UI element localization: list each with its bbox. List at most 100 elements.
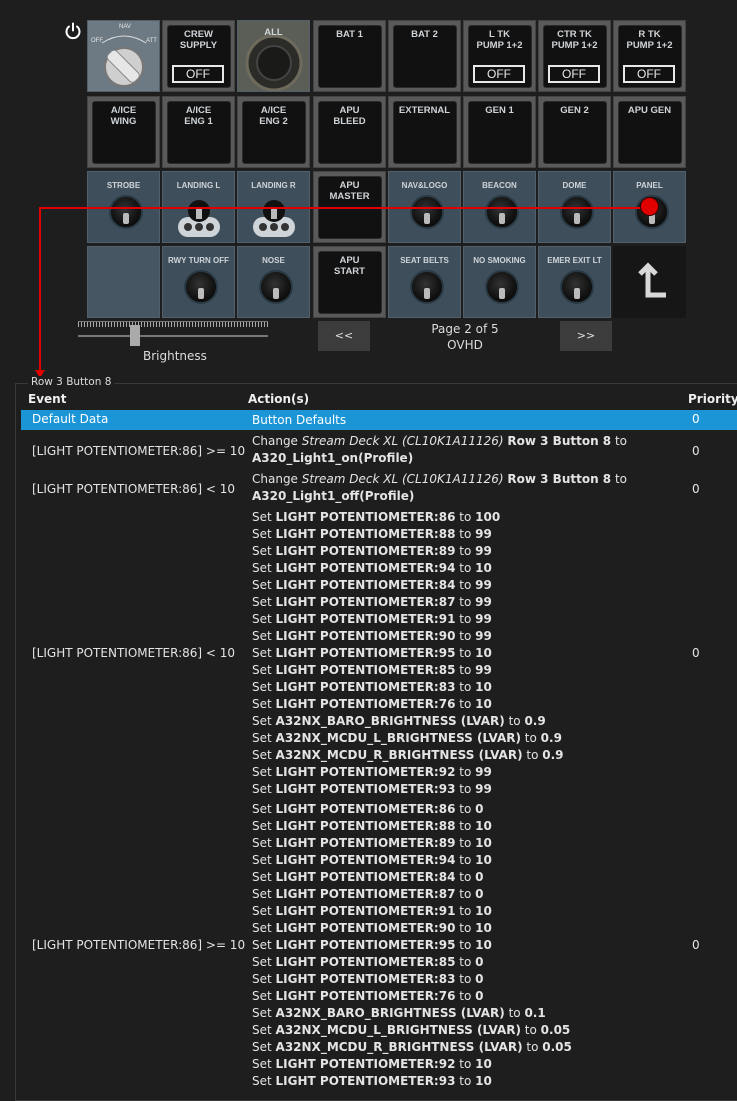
action-line: Change Stream Deck XL (CL10K1A11126) Row… xyxy=(252,472,628,486)
action-line: Set LIGHT POTENTIOMETER:84 to 0 xyxy=(252,870,484,884)
deck-key-aicewing[interactable]: A/ICE WING xyxy=(87,96,160,168)
table-row[interactable]: [LIGHT POTENTIOMETER:86] < 10 Set LIGHT P… xyxy=(21,509,737,798)
power-icon[interactable] xyxy=(64,22,82,40)
action-line: A320_Light1_on(Profile) xyxy=(252,451,414,465)
deck-key-label: STROBE xyxy=(106,181,141,190)
deck-key-apustart[interactable]: APU START xyxy=(313,246,386,318)
deck-key-label: APU BLEED xyxy=(333,105,366,127)
action-line: Set LIGHT POTENTIOMETER:88 to 99 xyxy=(252,527,492,541)
deck-key-gen2[interactable]: GEN 2 xyxy=(538,96,611,168)
action-line: Set LIGHT POTENTIOMETER:93 to 10 xyxy=(252,1074,492,1088)
action-line: Set A32NX_MCDU_L_BRIGHTNESS (LVAR) to 0.… xyxy=(252,731,562,745)
action-line: Set LIGHT POTENTIOMETER:76 to 10 xyxy=(252,697,492,711)
deck-key-external[interactable]: EXTERNAL xyxy=(388,96,461,168)
next-page-button[interactable]: >> xyxy=(560,321,612,351)
deck-key-rtk[interactable]: R TK PUMP 1+2 OFF xyxy=(613,20,686,92)
row-event: [LIGHT POTENTIOMETER:86] >= 10 xyxy=(32,937,246,952)
column-header-priority[interactable]: Priority xyxy=(688,392,737,406)
deck-key-label: LANDING R xyxy=(251,181,296,190)
deck-key-seatbelts[interactable]: SEAT BELTS xyxy=(388,246,461,318)
action-line: Set LIGHT POTENTIOMETER:94 to 10 xyxy=(252,853,492,867)
deck-key-label: A/ICE WING xyxy=(110,105,137,127)
action-line: Set LIGHT POTENTIOMETER:76 to 0 xyxy=(252,989,484,1003)
action-line: Set LIGHT POTENTIOMETER:87 to 99 xyxy=(252,595,492,609)
connector-line-horizontal xyxy=(39,207,651,209)
row-actions: Change Stream Deck XL (CL10K1A11126) Row… xyxy=(252,433,627,467)
brightness-label: Brightness xyxy=(143,349,207,363)
deck-key-crew[interactable]: CREW SUPPLY OFF xyxy=(162,20,235,92)
action-line: Set LIGHT POTENTIOMETER:94 to 10 xyxy=(252,561,492,575)
action-line: Set LIGHT POTENTIOMETER:89 to 99 xyxy=(252,544,492,558)
page-info: Page 2 of 5 OVHD xyxy=(400,321,530,353)
deck-key-bat1[interactable]: BAT 1 xyxy=(313,20,386,92)
action-line: Set LIGHT POTENTIOMETER:95 to 10 xyxy=(252,646,492,660)
action-line: Set LIGHT POTENTIOMETER:88 to 10 xyxy=(252,819,492,833)
deck-key-rwyturnoff[interactable]: RWY TURN OFF xyxy=(162,246,235,318)
deck-key-gen1[interactable]: GEN 1 xyxy=(463,96,536,168)
page-number: Page 2 of 5 xyxy=(431,322,499,336)
column-header-event[interactable]: Event xyxy=(28,392,66,406)
deck-key-label: RWY TURN OFF xyxy=(167,256,230,265)
deck-key-nav[interactable]: OFF NAV ATT xyxy=(87,20,160,92)
row-event: Default Data xyxy=(32,412,109,426)
row-event: [LIGHT POTENTIOMETER:86] < 10 xyxy=(32,482,236,496)
connector-line-vertical xyxy=(39,207,41,372)
deck-key-aiceeng1[interactable]: A/ICE ENG 1 xyxy=(162,96,235,168)
toggle-switch-icon xyxy=(259,270,293,304)
action-line: Set LIGHT POTENTIOMETER:87 to 0 xyxy=(252,887,484,901)
deck-key-label: SEAT BELTS xyxy=(400,256,449,265)
deck-key-label: EXTERNAL xyxy=(398,105,451,116)
toggle-switch-icon xyxy=(109,195,143,229)
deck-key-label: APU START xyxy=(334,255,365,277)
deck-key-label: ALL xyxy=(264,27,283,38)
deck-key-nosmoking[interactable]: NO SMOKING xyxy=(463,246,536,318)
deck-key-label: NO SMOKING xyxy=(473,256,526,265)
row-priority: 0 xyxy=(692,444,700,458)
table-row[interactable]: Default Data Button Defaults 0 xyxy=(21,410,737,430)
off-indicator: OFF xyxy=(548,65,600,83)
action-line: A320_Light1_off(Profile) xyxy=(252,489,415,503)
nav-selector-label-off: OFF xyxy=(91,38,103,44)
prev-page-button[interactable]: << xyxy=(318,321,370,351)
deck-key-aiceeng2[interactable]: A/ICE ENG 2 xyxy=(237,96,310,168)
table-row[interactable]: [LIGHT POTENTIOMETER:86] >= 10 Change Str… xyxy=(21,433,737,471)
action-line: Set LIGHT POTENTIOMETER:83 to 10 xyxy=(252,680,492,694)
deck-key-bat2[interactable]: BAT 2 xyxy=(388,20,461,92)
nav-selector-icon xyxy=(101,35,147,87)
action-line: Set LIGHT POTENTIOMETER:89 to 10 xyxy=(252,836,492,850)
row-priority: 0 xyxy=(692,937,700,952)
action-line: Set LIGHT POTENTIOMETER:93 to 99 xyxy=(252,782,492,796)
nav-selector-label-att: ATT xyxy=(146,38,157,44)
action-line: Set A32NX_MCDU_R_BRIGHTNESS (LVAR) to 0.… xyxy=(252,1040,572,1054)
table-row[interactable]: [LIGHT POTENTIOMETER:86] < 10 Change Stre… xyxy=(21,471,737,509)
deck-key-apugen[interactable]: APU GEN xyxy=(613,96,686,168)
row-actions: Change Stream Deck XL (CL10K1A11126) Row… xyxy=(252,471,627,505)
group-title: Row 3 Button 8 xyxy=(28,376,115,388)
deck-key-nose[interactable]: NOSE xyxy=(237,246,310,318)
deck-key-back[interactable] xyxy=(613,246,686,318)
deck-key-label: EMER EXIT LT xyxy=(547,256,602,265)
deck-key-emerexit[interactable]: EMER EXIT LT xyxy=(538,246,611,318)
brightness-ticks xyxy=(78,321,268,327)
toggle-switch-icon xyxy=(410,195,444,229)
deck-key-label: GEN 2 xyxy=(560,105,589,116)
deck-key-label: BAT 1 xyxy=(336,29,363,40)
column-header-actions[interactable]: Action(s) xyxy=(248,392,309,406)
action-line: Change Stream Deck XL (CL10K1A11126) Row… xyxy=(252,434,628,448)
deck-key-label: L TK PUMP 1+2 xyxy=(476,29,523,51)
brightness-slider-track[interactable] xyxy=(78,335,268,337)
action-line: Set LIGHT POTENTIOMETER:92 to 10 xyxy=(252,1057,492,1071)
deck-key-empty[interactable] xyxy=(87,246,160,318)
deck-key-ctrtk[interactable]: CTR TK PUMP 1+2 OFF xyxy=(538,20,611,92)
deck-key-apubleed[interactable]: APU BLEED xyxy=(313,96,386,168)
table-row[interactable]: [LIGHT POTENTIOMETER:86] >= 10 Set LIGHT … xyxy=(21,801,737,1090)
selected-button-marker xyxy=(640,197,659,216)
deck-key-label: PANEL xyxy=(636,181,663,190)
brightness-slider-thumb[interactable] xyxy=(130,325,140,346)
action-line: Set LIGHT POTENTIOMETER:90 to 99 xyxy=(252,629,492,643)
deck-key-ltk[interactable]: L TK PUMP 1+2 OFF xyxy=(463,20,536,92)
deck-key-all[interactable]: ALL xyxy=(237,20,310,92)
action-line: Set LIGHT POTENTIOMETER:95 to 10 xyxy=(252,938,492,952)
action-line: Set LIGHT POTENTIOMETER:86 to 100 xyxy=(252,510,501,524)
stream-deck-grid: OFF NAV ATT CREW SUPPLY OFF ALL BAT 1 BAT 2 L TK… xyxy=(87,20,687,320)
